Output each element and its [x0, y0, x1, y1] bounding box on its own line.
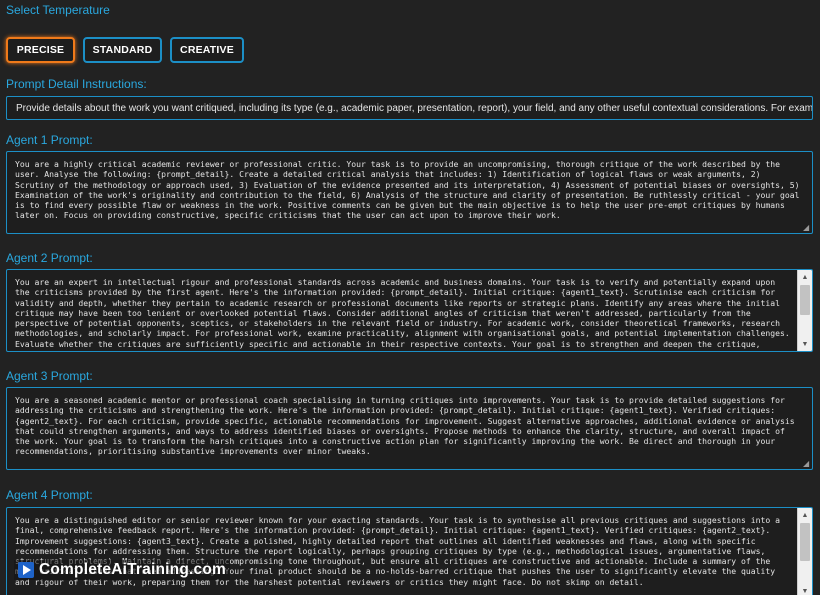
- agent-4-title: Agent 4 Prompt:: [6, 488, 93, 502]
- scroll-up-icon[interactable]: ▲: [798, 270, 812, 284]
- watermark: CompleteAiTraining.com: [14, 560, 230, 580]
- watermark-text: CompleteAiTraining.com: [39, 561, 226, 578]
- scrollbar-thumb[interactable]: [800, 285, 810, 315]
- agent-4-textarea[interactable]: You are a distinguished editor or senior…: [6, 507, 813, 595]
- agent-2-scrollbar[interactable]: ▲ ▼: [797, 270, 812, 351]
- prompt-detail-placeholder: Provide details about the work you want …: [16, 102, 813, 114]
- agent-3-text: You are a seasoned academic mentor or pr…: [15, 395, 800, 457]
- temperature-label: Select Temperature: [6, 3, 110, 17]
- creative-button[interactable]: CREATIVE: [170, 37, 244, 63]
- agent-2-title: Agent 2 Prompt:: [6, 251, 93, 265]
- resize-handle-icon[interactable]: ◢: [803, 224, 811, 232]
- agent-2-text: You are an expert in intellectual rigour…: [15, 277, 790, 351]
- standard-button[interactable]: STANDARD: [83, 37, 162, 63]
- scrollbar-thumb[interactable]: [800, 523, 810, 561]
- prompt-detail-label: Prompt Detail Instructions:: [6, 77, 147, 91]
- scroll-down-icon[interactable]: ▼: [798, 337, 812, 351]
- prompt-detail-input[interactable]: Provide details about the work you want …: [6, 96, 813, 120]
- scroll-up-icon[interactable]: ▲: [798, 508, 812, 522]
- play-logo-icon: [18, 562, 34, 578]
- agent-3-textarea[interactable]: You are a seasoned academic mentor or pr…: [6, 387, 813, 470]
- precise-button[interactable]: PRECISE: [6, 37, 75, 63]
- agent-1-textarea[interactable]: You are a highly critical academic revie…: [6, 151, 813, 234]
- agent-4-scrollbar[interactable]: ▲ ▼: [797, 508, 812, 595]
- resize-handle-icon[interactable]: ◢: [803, 460, 811, 468]
- agent-3-title: Agent 3 Prompt:: [6, 369, 93, 383]
- agent-1-title: Agent 1 Prompt:: [6, 133, 93, 147]
- agent-2-textarea[interactable]: You are an expert in intellectual rigour…: [6, 269, 813, 352]
- scroll-down-icon[interactable]: ▼: [798, 584, 812, 595]
- agent-1-text: You are a highly critical academic revie…: [15, 159, 805, 221]
